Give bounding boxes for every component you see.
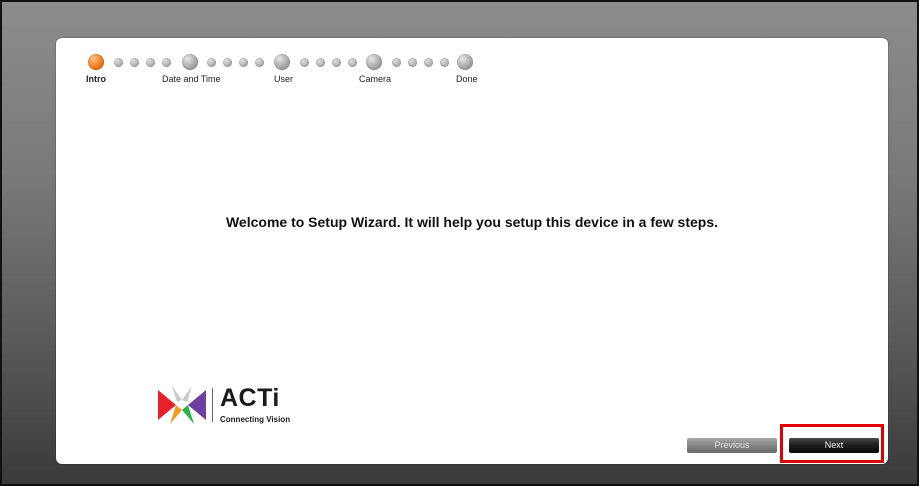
next-button-highlight (780, 424, 884, 463)
progress-dot (392, 58, 401, 67)
progress-dot (332, 58, 341, 67)
step-label-user: User (274, 74, 294, 84)
wizard-panel: Intro Date and Time User Camera Done Wel… (56, 38, 888, 464)
step-label-date-and-time: Date and Time (162, 74, 221, 84)
progress-dot (424, 58, 433, 67)
previous-button[interactable]: Previous (687, 438, 777, 453)
step-indicator-done (457, 54, 473, 70)
progress-dot (130, 58, 139, 67)
step-label-done: Done (456, 74, 478, 84)
logo-divider (212, 388, 213, 422)
acti-logo-mark-icon (158, 386, 206, 424)
progress-dot (223, 58, 232, 67)
progress-dot (300, 58, 309, 67)
progress-dot (114, 58, 123, 67)
progress-dot (162, 58, 171, 67)
step-indicator-user (274, 54, 290, 70)
progress-dot (239, 58, 248, 67)
step-indicator-camera (366, 54, 382, 70)
step-indicator-intro (88, 54, 104, 70)
step-indicator-date-and-time (182, 54, 198, 70)
step-label-camera: Camera (359, 74, 392, 84)
acti-logo: ACTi Connecting Vision (156, 384, 326, 428)
progress-dot (316, 58, 325, 67)
welcome-message: Welcome to Setup Wizard. It will help yo… (225, 214, 719, 230)
progress-dot (348, 58, 357, 67)
progress-dot (146, 58, 155, 67)
logo-brand-name: ACTi (220, 384, 280, 412)
progress-dot (440, 58, 449, 67)
app-frame: Intro Date and Time User Camera Done Wel… (0, 0, 919, 486)
progress-dot (207, 58, 216, 67)
step-label-intro: Intro (86, 74, 106, 84)
progress-dot (408, 58, 417, 67)
logo-tagline: Connecting Vision (220, 415, 291, 424)
progress-dot (255, 58, 264, 67)
wizard-progress: Intro Date and Time User Camera Done (84, 52, 504, 92)
